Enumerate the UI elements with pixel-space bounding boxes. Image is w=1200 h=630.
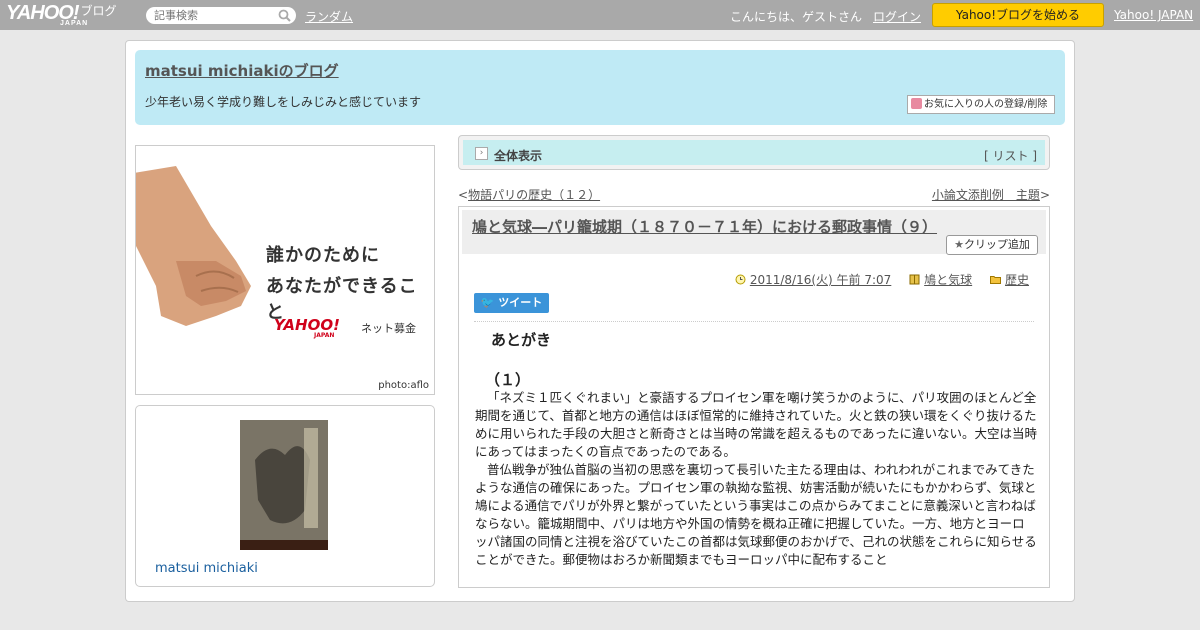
folder-icon [989, 276, 1001, 284]
view-nav: › 全体表示 [ リスト ] [458, 135, 1050, 170]
twitter-icon: 🐦 [480, 296, 495, 309]
heart-icon [911, 98, 922, 109]
article-subheading: （１） [485, 371, 531, 389]
article-paragraph: 「ネズミ１匹くぐれまい」と豪語するプロイセン軍を嘲け笑うかのように、パリ攻囲のほ… [475, 390, 1038, 459]
search-input[interactable] [146, 7, 272, 24]
blog-header: matsui michiakiのブログ 少年老い易く学成り難しをしみじみと感じて… [135, 50, 1065, 125]
random-link[interactable]: ランダム [305, 8, 353, 25]
tweet-button[interactable]: 🐦 ツイート [474, 293, 549, 313]
article-category-1[interactable]: 鳩と気球 [924, 273, 972, 287]
previous-article-link[interactable]: 物語パリの歴史（１２） [468, 188, 600, 202]
next-article-link[interactable]: 小論文添削例 主題 [932, 188, 1040, 202]
logo-japan: JAPAN [60, 20, 89, 27]
divider [474, 321, 1034, 322]
article-body: 「ネズミ１匹くぐれまい」と豪語するプロイセン軍を嘲け笑うかのように、パリ攻囲のほ… [475, 389, 1037, 569]
charity-banner[interactable]: 誰かのために あなたができること YAHOO! JAPAN ネット募金 phot… [135, 145, 435, 395]
list-bracket-close: ] [1028, 149, 1037, 163]
favorite-button-label: お気に入りの人の登録/削除 [924, 99, 1048, 110]
category1-wrap: 鳩と気球 [909, 273, 972, 287]
clip-button-label: クリップ追加 [963, 238, 1030, 251]
prev-mark: < [458, 188, 469, 202]
tweet-label: ツイート [498, 296, 543, 309]
article-date[interactable]: 2011/8/16(火) 午前 7:07 [750, 273, 891, 287]
article-paragraph: 普仏戦争が独仏首脳の当初の思惑を裏切って長引いた主たる理由は、われわれがこれまで… [475, 462, 1037, 567]
article: 鳩と気球―パリ籠城期（１８７０－７１年）における郵政事情（９） ★クリップ追加 … [458, 206, 1050, 588]
article-category-2[interactable]: 歴史 [1005, 273, 1029, 287]
login-link[interactable]: ログイン [873, 8, 921, 25]
article-header: 鳩と気球―パリ籠城期（１８７０－７１年）における郵政事情（９） ★クリップ追加 [462, 210, 1046, 255]
list-view-link[interactable]: リスト [992, 149, 1028, 163]
all-view-label[interactable]: 全体表示 [494, 147, 542, 164]
view-nav-inner: › 全体表示 [ リスト ] [463, 140, 1045, 165]
yahoo-blog-logo[interactable]: YAHOO! ブログ JAPAN [6, 2, 117, 27]
star-icon: ★ [954, 238, 964, 251]
yahoo-japan-link[interactable]: Yahoo! JAPAN [1114, 8, 1193, 22]
helping-hands-image [136, 166, 251, 326]
clock-icon [735, 274, 746, 285]
blog-description: 少年老い易く学成り難しをしみじみと感じています [145, 95, 422, 109]
chevron-right-icon: › [475, 147, 488, 160]
list-view: [ リスト ] [984, 147, 1037, 164]
greeting-text: こんにちは、ゲストさん [730, 10, 863, 24]
banner-line-1: 誰かのために [266, 245, 380, 266]
search-box [146, 7, 296, 24]
profile-image[interactable] [240, 420, 328, 550]
banner-brand-sub: ネット募金 [361, 322, 416, 335]
category2-wrap: 歴史 [989, 273, 1029, 287]
profile-box: matsui michiaki [135, 405, 435, 587]
next-mark: > [1039, 188, 1050, 202]
clip-button[interactable]: ★クリップ追加 [946, 235, 1038, 255]
search-icon[interactable] [278, 9, 291, 22]
article-date-wrap: 2011/8/16(火) 午前 7:07 [735, 273, 891, 287]
logo-sub: ブログ [80, 4, 117, 18]
top-bar: YAHOO!ブログ JAPAN ランダム こんにちは、ゲストさん ログイン Ya… [0, 0, 1200, 30]
blog-title[interactable]: matsui michiakiのブログ [145, 60, 339, 81]
article-title[interactable]: 鳩と気球―パリ籠城期（１８７０－７１年）における郵政事情（９） [472, 216, 937, 237]
favorite-button[interactable]: お気に入りの人の登録/削除 [907, 95, 1055, 114]
book-icon [909, 274, 920, 285]
profile-name[interactable]: matsui michiaki [155, 561, 258, 576]
book-cover-icon [240, 420, 328, 550]
next-article: 小論文添削例 主題> [932, 186, 1050, 203]
banner-brand-japan: JAPAN [314, 332, 335, 339]
article-meta: 2011/8/16(火) 午前 7:07 鳩と気球 歴史 [721, 271, 1029, 288]
article-heading: あとがき [491, 331, 552, 349]
previous-article: <物語パリの歴史（１２） [458, 186, 600, 203]
photo-credit: photo:aflo [378, 380, 429, 391]
start-blog-button[interactable]: Yahoo!ブログを始める [932, 3, 1104, 27]
